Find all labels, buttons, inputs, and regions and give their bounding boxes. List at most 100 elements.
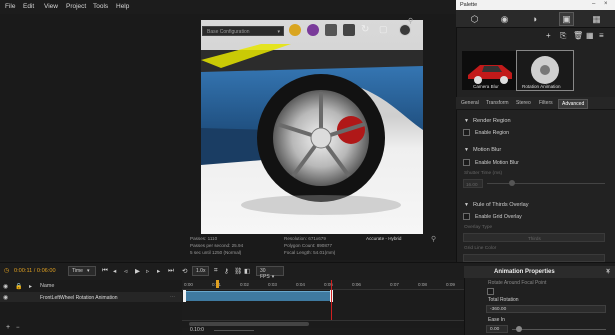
time-mode-dropdown[interactable]: Time ▾ [68,266,96,276]
reset-icon[interactable]: ↻ [361,24,373,36]
grid-view-icon[interactable]: ▦ [586,31,594,40]
tab-advanced[interactable]: Advanced [558,98,589,109]
ease-in-label: Ease In [488,317,505,323]
grid-line-color-label: Grid Line Color [464,246,497,251]
tab-transform[interactable]: Transform [486,100,509,106]
animation-properties-title: Animation Properties [494,269,555,275]
current-frame-marker[interactable] [216,280,219,288]
camera-small-icon[interactable]: ◧ [244,267,250,275]
menu-edit[interactable]: Edit [23,3,34,10]
close-icon[interactable]: × [604,1,608,7]
animation-clip[interactable] [185,291,331,301]
settings-icon[interactable] [399,24,411,36]
track-options-icon[interactable]: ⋯ [170,294,175,300]
materials-tab-icon[interactable]: ◉ [498,13,511,25]
render-mode[interactable]: Accurate - Hybrid [366,236,402,241]
dropdown-arrow-icon[interactable]: ▾ [607,270,610,276]
grid-line-color-swatch[interactable] [463,254,605,262]
tick-label: 0:04 [296,282,305,287]
menu-view[interactable]: View [44,3,58,10]
pin-icon[interactable]: ⚲ [431,235,436,243]
zoom-slider[interactable] [214,330,254,331]
overlay-type-select[interactable]: Thirds [463,233,605,242]
section-rule-of-thirds[interactable]: ▼ Rule of Thirds Overlay [464,202,529,208]
rotate-around-focal-label: Rotate Around Focal Point [488,280,547,286]
configuration-label: Base Configuration [207,29,250,35]
link-icon[interactable]: ⛓ [234,267,242,275]
duplicate-icon[interactable]: ⎘ [560,31,566,41]
lock-icon[interactable]: 🔒 [15,283,22,290]
shutter-time-input[interactable]: 16.00 [463,179,483,188]
tab-filters[interactable]: Filters [539,100,553,106]
rotate-around-focal-checkbox[interactable] [487,288,494,295]
name-column-header: Name [40,283,55,289]
configuration-dropdown[interactable]: Base Configuration ▾ [202,26,284,36]
visibility-icon[interactable]: ◉ [3,283,8,290]
slider-handle[interactable] [509,180,515,186]
enable-motion-blur-checkbox[interactable] [463,159,470,166]
playhead[interactable] [331,280,332,322]
go-end-icon[interactable]: ⏭ [168,267,174,275]
delete-icon[interactable]: 🗑 [573,31,583,40]
chevron-down-icon: ▾ [277,29,280,35]
remove-track-icon[interactable]: − [16,325,20,331]
section-motion-blur[interactable]: ▼ Motion Blur [464,147,501,153]
step-back-icon[interactable]: ◃ [124,267,127,275]
add-icon[interactable]: + [546,31,551,40]
pin-icon[interactable]: ⚲ [408,17,413,25]
section-render-region[interactable]: ▼ Render Region [464,118,511,124]
prev-key-icon[interactable]: ◂ [113,267,116,275]
render-view[interactable] [201,20,423,234]
go-start-icon[interactable]: ⏮ [102,267,108,275]
shutter-time-slider[interactable] [487,183,605,184]
fps-dropdown[interactable]: 30 FPS ▾ [256,266,284,280]
menu-help[interactable]: Help [116,3,129,10]
minimize-icon[interactable]: – [592,1,595,7]
stat-time: 5 sec until 1250 (Normal) [190,250,242,255]
caret-down-icon: ▼ [464,118,469,124]
total-rotation-input[interactable]: -360.00 [486,305,606,313]
total-rotation-label: Total Rotation [488,297,519,303]
ease-in-input[interactable]: 0.00 [486,325,508,333]
environments-tab-icon[interactable]: ◑ [528,13,541,25]
menu-tools[interactable]: Tools [93,3,108,10]
animation-properties-header: Animation Properties × [464,266,615,278]
speed-dropdown[interactable]: 1.0x [192,266,209,276]
step-forward-icon[interactable]: ▹ [146,267,149,275]
menu-project[interactable]: Project [66,3,86,10]
visibility-icon[interactable]: ◉ [3,294,8,301]
materials-icon[interactable] [325,24,337,36]
scrollbar-thumb[interactable] [189,322,309,326]
palette-title: Palette [460,1,478,8]
stat-passes-per-second: Passes per second: 25.94 [190,243,244,248]
snap-icon[interactable]: ⌗ [214,267,218,275]
ease-in-slider-handle[interactable] [516,326,522,332]
light-icon[interactable] [289,24,301,36]
play-icon[interactable]: ▶ [135,267,140,275]
menu-icon[interactable]: ≡ [599,31,604,40]
stat-resolution: Resolution: 671x679 [284,236,326,241]
track-name: FrontLeftWheel Rotation Animation [40,295,118,301]
cube-icon[interactable]: ▢ [379,24,391,36]
textures-tab-icon[interactable]: ▦ [590,13,603,25]
next-key-icon[interactable]: ▸ [157,267,160,275]
ease-in-slider[interactable] [512,329,606,330]
camera-icon[interactable] [343,24,355,36]
clip-start-handle[interactable] [183,290,186,302]
models-tab-icon[interactable]: ⬡ [468,13,481,25]
car-render-image [201,44,423,215]
expand-icon[interactable]: ▸ [29,283,32,290]
studios-tab-icon[interactable]: ▣ [559,12,574,26]
menu-file[interactable]: File [5,3,15,10]
environment-icon[interactable] [307,24,319,36]
tab-general[interactable]: General [461,100,479,106]
add-track-icon[interactable]: + [6,324,10,331]
tab-stereo[interactable]: Stereo [516,100,531,106]
enable-region-checkbox[interactable] [463,129,470,136]
key-icon[interactable]: ⚷ [224,267,229,275]
palette-titlebar: Palette – × [456,0,615,10]
stat-focal-length: Focal Length: 54.01(mm) [284,250,336,255]
enable-grid-overlay-checkbox[interactable] [463,213,470,220]
loop-icon[interactable]: ⟲ [182,267,187,275]
track-list [0,280,182,335]
